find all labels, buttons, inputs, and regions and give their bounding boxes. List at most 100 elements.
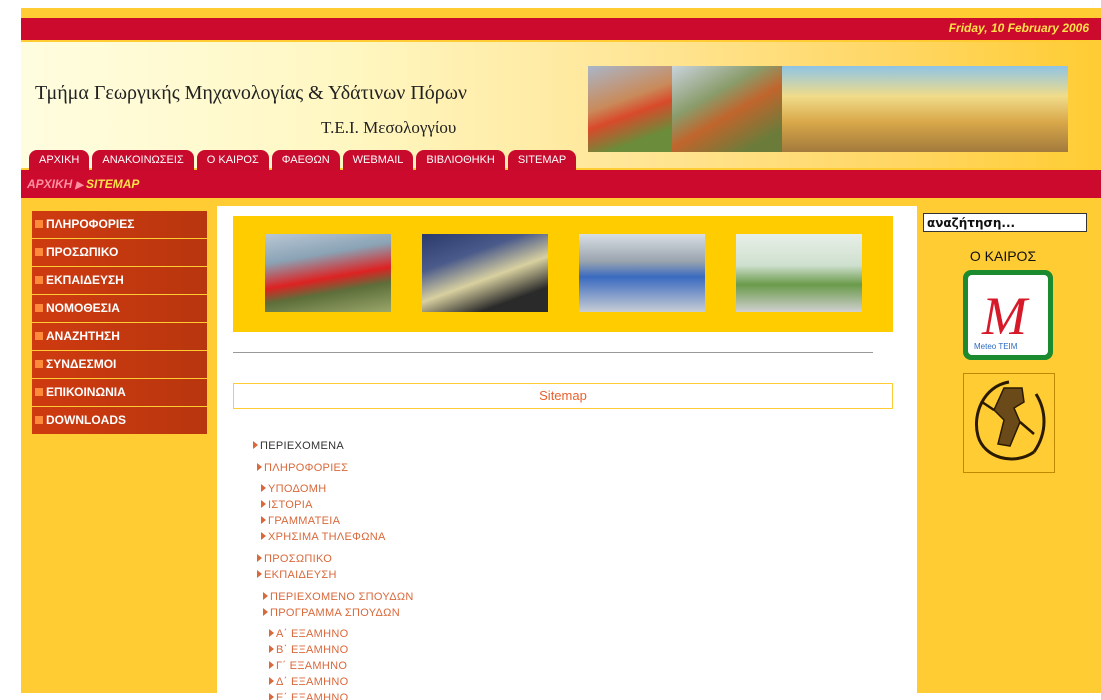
breadcrumb-bar: ΑΡΧΙΚΗ ▶ SITEMAP	[21, 170, 1101, 198]
divider	[233, 352, 873, 353]
faethon-emblem-icon	[975, 380, 1046, 461]
bullet-square-icon	[35, 416, 43, 424]
tab-home[interactable]: ΑΡΧΙΚΗ	[29, 150, 90, 170]
tab-faethon[interactable]: ΦΑΕΘΩΝ	[271, 150, 340, 170]
sitemap-link[interactable]: ΥΠΟΔΟΜΗ	[261, 483, 327, 495]
main-content: Sitemap ΠΕΡΙΕΧΟΜΕΝΑ ΠΛΗΡΟΦΟΡΙΕΣ ΥΠΟΔΟΜΗ …	[217, 206, 917, 700]
gallery-photo-engine[interactable]	[579, 234, 705, 312]
sitemap-link-label: Ε΄ ΕΞΑΜΗΝΟ	[276, 692, 349, 700]
institution-title: Τ.Ε.Ι. Μεσολογγίου	[321, 118, 457, 137]
left-menu-label: ΕΠΙΚΟΙΝΩΝΙΑ	[46, 385, 126, 399]
meteo-logo-panel: M Meteo TEIM	[968, 275, 1048, 355]
sitemap-link-label: ΠΕΡΙΕΧΟΜΕΝΑ	[260, 440, 344, 452]
left-menu-item-info[interactable]: ΠΛΗΡΟΦΟΡΙΕΣ	[32, 211, 207, 238]
sitemap-link[interactable]: ΧΡΗΣΙΜΑ ΤΗΛΕΦΩΝΑ	[261, 531, 386, 543]
sitemap-link[interactable]: ΠΕΡΙΕΧΟΜΕΝΑ	[253, 440, 344, 452]
arrow-right-icon	[261, 516, 266, 524]
arrow-right-icon	[269, 629, 274, 637]
arrow-right-icon	[257, 554, 262, 562]
tab-library[interactable]: ΒΙΒΛΙΟΘΗΚΗ	[416, 150, 505, 170]
sitemap-link[interactable]: ΠΡΟΣΩΠΙΚΟ	[257, 553, 332, 565]
sitemap-link-label: ΥΠΟΔΟΜΗ	[268, 483, 327, 495]
main-nav-tabs: ΑΡΧΙΚΗ ΑΝΑΚΟΙΝΩΣΕΙΣ Ο ΚΑΙΡΟΣ ΦΑΕΘΩΝ WEBM…	[29, 150, 579, 172]
sitemap-link-label: Β΄ ΕΞΑΜΗΝΟ	[276, 644, 349, 656]
sitemap-link-label: Α΄ ΕΞΑΜΗΝΟ	[276, 628, 349, 640]
sitemap-link-label: ΕΚΠΑΙΔΕΥΣΗ	[264, 569, 337, 581]
faethon-emblem[interactable]	[963, 373, 1055, 473]
bullet-square-icon	[35, 360, 43, 368]
bullet-square-icon	[35, 388, 43, 396]
arrow-right-icon	[261, 532, 266, 540]
page: Friday, 10 February 2006 Τμήμα Γεωργικής…	[21, 8, 1101, 700]
sitemap-link[interactable]: Β΄ ΕΞΑΜΗΝΟ	[269, 644, 349, 656]
arrow-right-icon	[269, 661, 274, 669]
breadcrumb-current: SITEMAP	[86, 177, 140, 191]
left-menu-item-legislation[interactable]: ΝΟΜΟΘΕΣΙΑ	[32, 295, 207, 322]
sitemap-link-label: Δ΄ ΕΞΑΜΗΝΟ	[276, 676, 349, 688]
sitemap-link[interactable]: Ε΄ ΕΞΑΜΗΝΟ	[269, 692, 349, 700]
left-menu-item-staff[interactable]: ΠΡΟΣΩΠΙΚΟ	[32, 239, 207, 266]
left-menu-label: ΠΡΟΣΩΠΙΚΟ	[46, 245, 119, 259]
arrow-right-icon	[263, 592, 268, 600]
photo-gallery	[233, 216, 893, 332]
arrow-right-icon	[261, 484, 266, 492]
sitemap-link[interactable]: ΠΛΗΡΟΦΟΡΙΕΣ	[257, 462, 348, 474]
header-photo-strip	[588, 66, 1068, 152]
tab-sitemap[interactable]: SITEMAP	[507, 150, 577, 170]
tab-webmail[interactable]: WEBMAIL	[342, 150, 414, 170]
bullet-square-icon	[35, 332, 43, 340]
sitemap-link[interactable]: Α΄ ΕΞΑΜΗΝΟ	[269, 628, 349, 640]
sitemap-link-label: ΠΕΡΙΕΧΟΜΕΝΟ ΣΠΟΥΔΩΝ	[270, 591, 414, 603]
left-menu-item-contact[interactable]: ΕΠΙΚΟΙΝΩΝΙΑ	[32, 379, 207, 406]
current-date: Friday, 10 February 2006	[948, 21, 1089, 35]
gallery-photo-classroom[interactable]	[736, 234, 862, 312]
left-menu-item-education[interactable]: ΕΚΠΑΙΔΕΥΣΗ	[32, 267, 207, 294]
left-menu-label: DOWNLOADS	[46, 413, 126, 427]
sitemap-link[interactable]: ΓΡΑΜΜΑΤΕΙΑ	[261, 515, 340, 527]
sitemap-link[interactable]: ΠΡΟΓΡΑΜΜΑ ΣΠΟΥΔΩΝ	[263, 607, 400, 619]
header-photo-tractor	[672, 66, 782, 152]
gallery-photo-irrigation-pump[interactable]	[265, 234, 391, 312]
sitemap-link-label: ΠΛΗΡΟΦΟΡΙΕΣ	[264, 462, 349, 474]
meteo-m-icon: M	[982, 286, 1027, 346]
sitemap-link[interactable]: ΠΕΡΙΕΧΟΜΕΝΟ ΣΠΟΥΔΩΝ	[263, 591, 414, 603]
search-input[interactable]: αναζήτηση...	[923, 213, 1087, 232]
date-bar: Friday, 10 February 2006	[21, 18, 1101, 42]
sitemap-link-label: ΠΡΟΣΩΠΙΚΟ	[264, 553, 333, 565]
left-menu-item-search[interactable]: ΑΝΑΖΗΤΗΣΗ	[32, 323, 207, 350]
sitemap-link[interactable]: Δ΄ ΕΞΑΜΗΝΟ	[269, 676, 349, 688]
sitemap-link-label: ΠΡΟΓΡΑΜΜΑ ΣΠΟΥΔΩΝ	[270, 607, 400, 619]
header-photo-landscape	[782, 66, 1068, 152]
sitemap-link-label: Γ΄ ΕΞΑΜΗΝΟ	[276, 660, 348, 672]
bullet-square-icon	[35, 304, 43, 312]
tab-announcements[interactable]: ΑΝΑΚΟΙΝΩΣΕΙΣ	[92, 150, 194, 170]
sitemap-link-label: ΧΡΗΣΙΜΑ ΤΗΛΕΦΩΝΑ	[268, 531, 386, 543]
department-title: Τμήμα Γεωργικής Μηχανολογίας & Υδάτινων …	[35, 82, 467, 104]
breadcrumb: ΑΡΧΙΚΗ ▶ SITEMAP	[27, 177, 139, 191]
arrow-right-icon	[263, 608, 268, 616]
bullet-square-icon	[35, 276, 43, 284]
left-menu-label: ΣΥΝΔΕΣΜΟΙ	[46, 357, 117, 371]
sitemap-heading: Sitemap	[233, 383, 893, 409]
left-menu-item-links[interactable]: ΣΥΝΔΕΣΜΟΙ	[32, 351, 207, 378]
arrow-right-icon	[253, 441, 258, 449]
arrow-right-icon	[269, 693, 274, 700]
gallery-photo-lab-machine[interactable]	[422, 234, 548, 312]
breadcrumb-arrow-icon: ▶	[75, 180, 84, 191]
sitemap-link[interactable]: Γ΄ ΕΞΑΜΗΝΟ	[269, 660, 347, 672]
left-menu-label: ΕΚΠΑΙΔΕΥΣΗ	[46, 273, 124, 287]
bullet-square-icon	[35, 220, 43, 228]
arrow-right-icon	[257, 570, 262, 578]
sitemap-link[interactable]: ΕΚΠΑΙΔΕΥΣΗ	[257, 569, 337, 581]
header-photo-harvester	[588, 66, 672, 152]
sitemap-link-label: ΙΣΤΟΡΙΑ	[268, 499, 313, 511]
left-menu-item-downloads[interactable]: DOWNLOADS	[32, 407, 207, 434]
meteo-teim-logo[interactable]: M Meteo TEIM	[963, 270, 1053, 360]
sitemap-link[interactable]: ΙΣΤΟΡΙΑ	[261, 499, 313, 511]
breadcrumb-home-link[interactable]: ΑΡΧΙΚΗ	[27, 177, 72, 191]
sitemap-link-label: ΓΡΑΜΜΑΤΕΙΑ	[268, 515, 341, 527]
tab-weather[interactable]: Ο ΚΑΙΡΟΣ	[196, 150, 269, 170]
arrow-right-icon	[269, 645, 274, 653]
left-menu-label: ΑΝΑΖΗΤΗΣΗ	[46, 329, 120, 343]
arrow-right-icon	[261, 500, 266, 508]
